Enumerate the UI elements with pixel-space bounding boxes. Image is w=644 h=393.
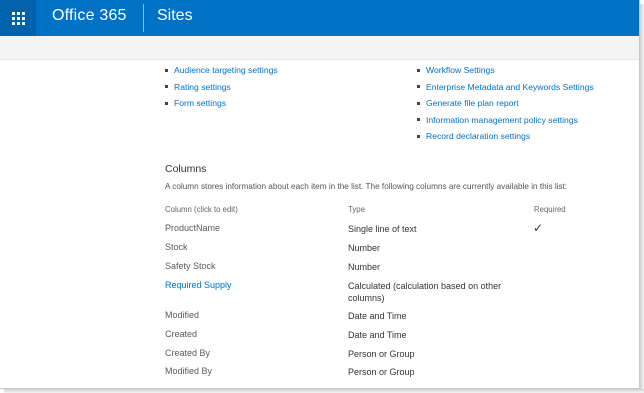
- column-type: Date and Time: [348, 330, 407, 340]
- column-name-link[interactable]: Modified: [165, 310, 199, 320]
- window-shadow-right: [640, 4, 644, 393]
- column-type: Single line of text: [348, 224, 417, 234]
- column-type: Person or Group: [348, 349, 415, 359]
- column-type: Date and Time: [348, 311, 407, 321]
- workflow-settings-link[interactable]: Workflow Settings: [417, 62, 594, 79]
- record-declaration-settings-link[interactable]: Record declaration settings: [417, 128, 594, 145]
- ribbon-bar: [0, 36, 639, 60]
- bullet-icon: [417, 118, 420, 122]
- link-label: Information management policy settings: [426, 114, 578, 125]
- window-shadow-bottom: [4, 389, 644, 393]
- sites-app-link[interactable]: Sites: [157, 7, 193, 25]
- rating-settings-link[interactable]: Rating settings: [165, 79, 278, 96]
- link-label: Rating settings: [174, 81, 231, 92]
- link-label: Enterprise Metadata and Keywords Setting…: [426, 81, 594, 92]
- audience-targeting-settings-link[interactable]: Audience targeting settings: [165, 62, 278, 79]
- settings-links-left: Audience targeting settings Rating setti…: [165, 62, 278, 112]
- column-header-required: Required: [534, 205, 566, 214]
- link-label: Audience targeting settings: [174, 65, 278, 76]
- generate-file-plan-report-link[interactable]: Generate file plan report: [417, 95, 594, 112]
- settings-links-right: Workflow Settings Enterprise Metadata an…: [417, 62, 594, 145]
- column-name-link[interactable]: ProductName: [165, 223, 220, 233]
- column-name-link[interactable]: Modified By: [165, 366, 212, 376]
- link-label: Form settings: [174, 98, 227, 109]
- office365-suite-bar: Office 365 Sites: [0, 0, 639, 36]
- bullet-icon: [165, 85, 168, 89]
- required-check-icon: ✓: [533, 221, 544, 235]
- column-name-link[interactable]: Stock: [165, 242, 188, 252]
- column-name-link[interactable]: Created: [165, 329, 197, 339]
- column-name-link[interactable]: Required Supply: [165, 280, 232, 290]
- column-name-link[interactable]: Safety Stock: [165, 261, 216, 271]
- bullet-icon: [165, 101, 168, 105]
- column-type: Number: [348, 262, 381, 272]
- column-type: Person or Group: [348, 367, 415, 377]
- enterprise-metadata-keywords-settings-link[interactable]: Enterprise Metadata and Keywords Setting…: [417, 79, 594, 96]
- information-management-policy-settings-link[interactable]: Information management policy settings: [417, 112, 594, 129]
- form-settings-link[interactable]: Form settings: [165, 95, 278, 112]
- app-launcher-waffle-icon[interactable]: [0, 0, 36, 36]
- suite-bar-divider: [143, 4, 144, 32]
- bullet-icon: [417, 134, 420, 138]
- bullet-icon: [417, 85, 420, 89]
- column-type: Calculated (calculation based on other c…: [348, 281, 502, 303]
- browser-window: Office 365 Sites Audience targeting sett…: [0, 0, 640, 389]
- columns-section-title: Columns: [165, 163, 207, 175]
- link-label: Record declaration settings: [426, 131, 531, 142]
- bullet-icon: [165, 68, 168, 72]
- link-label: Generate file plan report: [426, 98, 519, 109]
- bullet-icon: [417, 68, 420, 72]
- column-header-type: Type: [348, 205, 365, 214]
- office365-brand-link[interactable]: Office 365: [52, 7, 127, 25]
- column-header-name: Column (click to edit): [165, 205, 238, 214]
- column-name-link[interactable]: Created By: [165, 348, 210, 358]
- columns-section-description: A column stores information about each i…: [165, 182, 568, 191]
- link-label: Workflow Settings: [426, 65, 495, 76]
- bullet-icon: [417, 101, 420, 105]
- column-type: Number: [348, 243, 381, 253]
